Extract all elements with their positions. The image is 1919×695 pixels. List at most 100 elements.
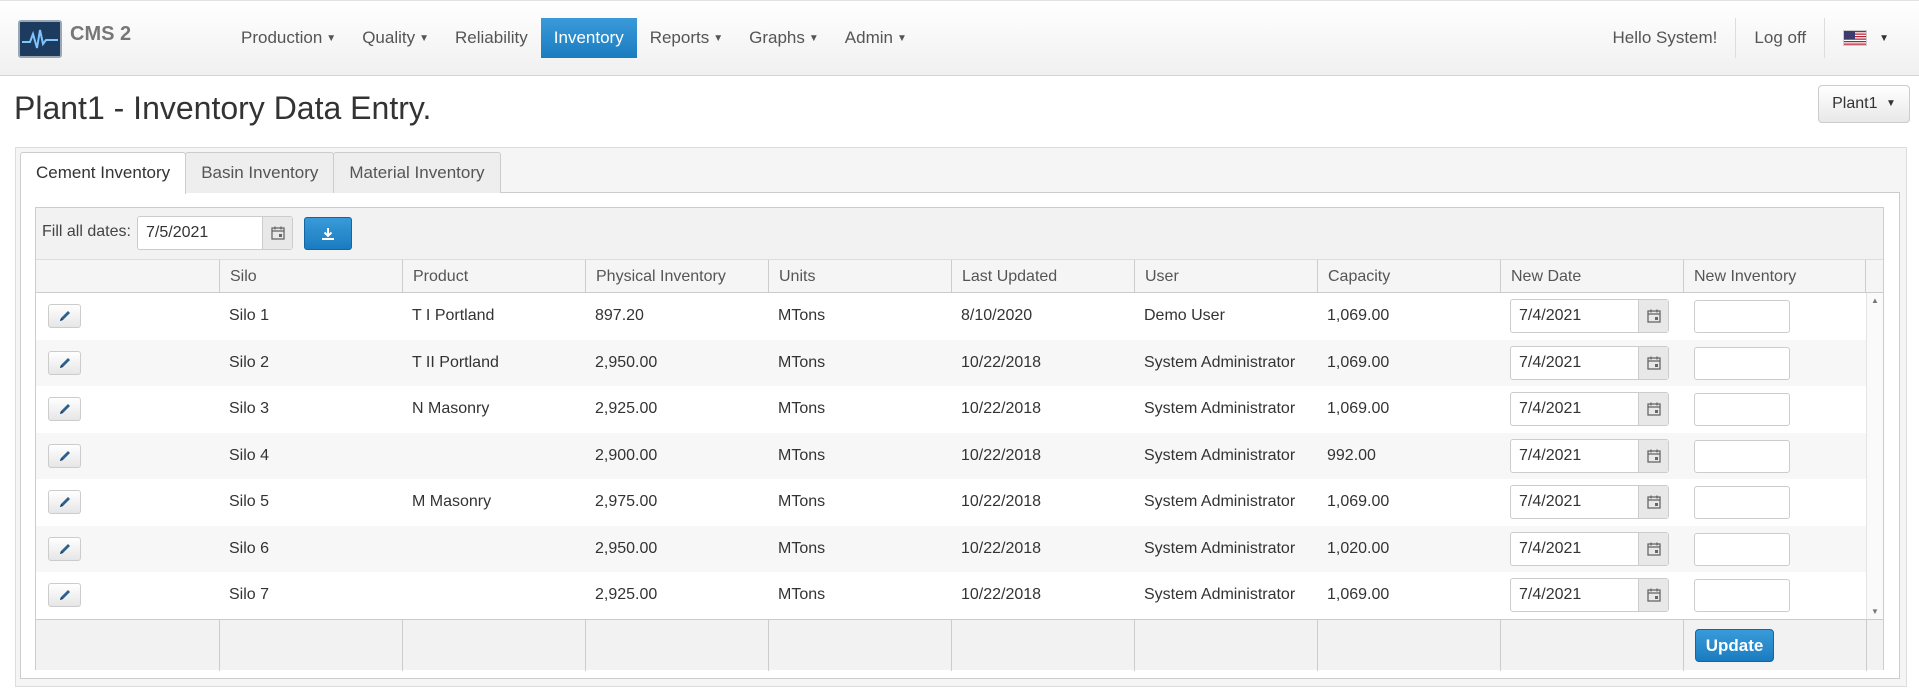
calendar-icon[interactable] [262, 217, 292, 249]
user-cell: System Administrator [1144, 400, 1296, 417]
pencil-icon [59, 357, 70, 368]
calendar-icon[interactable] [1638, 579, 1668, 611]
new-date-picker[interactable]: 7/4/2021 [1510, 299, 1669, 333]
header-physical-inventory[interactable]: Physical Inventory [585, 260, 768, 293]
nav-production[interactable]: Production ▼ [228, 18, 349, 58]
caret-down-icon: ▼ [1885, 98, 1896, 109]
table-row: Silo 1 T I Portland 897.20 MTons 8/10/2020 De… [36, 293, 1866, 340]
language-selector[interactable]: ▼ [1825, 30, 1919, 46]
caret-down-icon: ▼ [896, 32, 907, 44]
header-silo[interactable]: Silo [219, 260, 402, 293]
footer-divider [1317, 620, 1318, 671]
new-inventory-input[interactable] [1694, 346, 1790, 380]
nav-right: Hello System! Log off ▼ [1595, 18, 1919, 58]
capacity-cell: 1,069.00 [1327, 307, 1390, 324]
new-date-picker[interactable]: 7/4/2021 [1510, 392, 1669, 426]
caret-down-icon: ▼ [419, 32, 430, 44]
calendar-icon[interactable] [1638, 532, 1668, 565]
new-inventory-input[interactable] [1694, 300, 1790, 333]
nav-admin[interactable]: Admin ▼ [832, 18, 920, 58]
scroll-down-icon[interactable]: ▼ [1871, 607, 1879, 616]
nav-label: Reliability [455, 28, 528, 47]
plant-selector-button[interactable]: Plant1 ▼ [1818, 85, 1910, 123]
logoff-link[interactable]: Log off [1736, 18, 1824, 58]
user-cell: System Administrator [1144, 353, 1296, 371]
new-date-picker[interactable]: 7/4/2021 [1510, 531, 1669, 566]
fill-date-picker[interactable]: 7/5/2021 [137, 216, 293, 250]
new-date-value[interactable]: 7/4/2021 [1511, 579, 1638, 611]
calendar-icon[interactable] [1638, 486, 1668, 518]
edit-button[interactable] [48, 350, 81, 375]
calendar-icon[interactable] [1638, 346, 1668, 379]
header-capacity[interactable]: Capacity [1317, 260, 1500, 293]
new-date-value[interactable]: 7/4/2021 [1511, 393, 1638, 425]
edit-button[interactable] [48, 397, 81, 421]
tab-cement-inventory[interactable]: Cement Inventory [20, 152, 187, 194]
new-date-value[interactable]: 7/4/2021 [1511, 440, 1638, 472]
edit-button[interactable] [48, 536, 81, 561]
edit-button[interactable] [48, 583, 81, 607]
product-cell [402, 433, 412, 479]
new-date-value[interactable]: 7/4/2021 [1511, 486, 1638, 518]
tab-basin-inventory[interactable]: Basin Inventory [185, 152, 335, 193]
silo-cell: Silo 2 [229, 353, 270, 371]
tab-material-inventory[interactable]: Material Inventory [333, 152, 501, 193]
table-row: Silo 4 2,900.00 MTons 10/22/2018 System Admi… [36, 432, 1866, 479]
user-cell: System Administrator [1144, 446, 1296, 464]
fill-date-value[interactable]: 7/5/2021 [138, 217, 262, 249]
nav-quality[interactable]: Quality ▼ [349, 18, 442, 58]
silo-cell: Silo 4 [229, 446, 270, 464]
last-updated-cell: 8/10/2020 [961, 307, 1033, 324]
capacity-cell: 1,069.00 [1327, 400, 1390, 417]
scroll-up-icon[interactable]: ▲ [1871, 296, 1879, 305]
greeting-link[interactable]: Hello System! [1595, 18, 1736, 58]
pencil-icon [59, 590, 70, 600]
brand-name: CMS 2 [70, 22, 132, 45]
new-inventory-input[interactable] [1694, 579, 1790, 612]
header-units[interactable]: Units [768, 260, 951, 293]
last-updated-cell: 10/22/2018 [961, 493, 1042, 510]
new-inventory-input[interactable] [1694, 393, 1790, 426]
user-cell: Demo User [1144, 307, 1225, 324]
nav-label: Graphs [749, 28, 805, 47]
edit-button[interactable] [48, 304, 81, 328]
grid-scrollbar[interactable]: ▲ ▼ [1866, 293, 1883, 619]
new-inventory-input[interactable] [1694, 486, 1790, 519]
header-product[interactable]: Product [402, 260, 585, 293]
table-row: Silo 6 2,950.00 MTons 10/22/2018 System Admi… [36, 525, 1866, 572]
fill-dates-button[interactable] [304, 217, 352, 250]
capacity-cell: 1,069.00 [1327, 493, 1390, 510]
physical-inventory-cell: 2,975.00 [595, 493, 658, 510]
edit-button[interactable] [48, 443, 81, 468]
user-cell: System Administrator [1144, 493, 1296, 510]
header-last-updated[interactable]: Last Updated [951, 260, 1134, 293]
nav-reports[interactable]: Reports ▼ [637, 18, 736, 58]
new-date-picker[interactable]: 7/4/2021 [1510, 345, 1669, 380]
units-cell: MTons [778, 493, 826, 510]
units-cell: MTons [778, 307, 826, 324]
silo-cell: Silo 7 [229, 586, 270, 603]
header-new-date[interactable]: New Date [1500, 260, 1683, 293]
update-button[interactable]: Update [1695, 629, 1774, 662]
calendar-icon[interactable] [1638, 393, 1668, 425]
nav-graphs[interactable]: Graphs ▼ [736, 18, 832, 58]
nav-inventory[interactable]: Inventory [540, 18, 637, 58]
brand[interactable]: CMS 2 [18, 20, 131, 58]
new-inventory-input[interactable] [1694, 439, 1790, 473]
new-date-picker[interactable]: 7/4/2021 [1510, 438, 1669, 473]
new-date-value[interactable]: 7/4/2021 [1511, 533, 1638, 565]
calendar-icon[interactable] [1638, 300, 1668, 332]
new-inventory-input[interactable] [1694, 532, 1790, 566]
nav-reliability[interactable]: Reliability [442, 18, 541, 58]
header-new-inventory[interactable]: New Inventory [1683, 260, 1866, 293]
inventory-grid: Fill all dates: 7/5/2021 Silo Product Ph… [35, 207, 1884, 671]
new-date-value[interactable]: 7/4/2021 [1511, 347, 1638, 379]
new-date-picker[interactable]: 7/4/2021 [1510, 578, 1669, 612]
calendar-icon[interactable] [1638, 439, 1668, 472]
header-user[interactable]: User [1134, 260, 1317, 293]
table-row: Silo 3 N Masonry 2,925.00 MTons 10/22/2018 Sy… [36, 386, 1866, 433]
new-date-value[interactable]: 7/4/2021 [1511, 300, 1638, 332]
edit-button[interactable] [48, 490, 81, 514]
new-date-picker[interactable]: 7/4/2021 [1510, 485, 1669, 519]
user-cell: System Administrator [1144, 539, 1296, 557]
